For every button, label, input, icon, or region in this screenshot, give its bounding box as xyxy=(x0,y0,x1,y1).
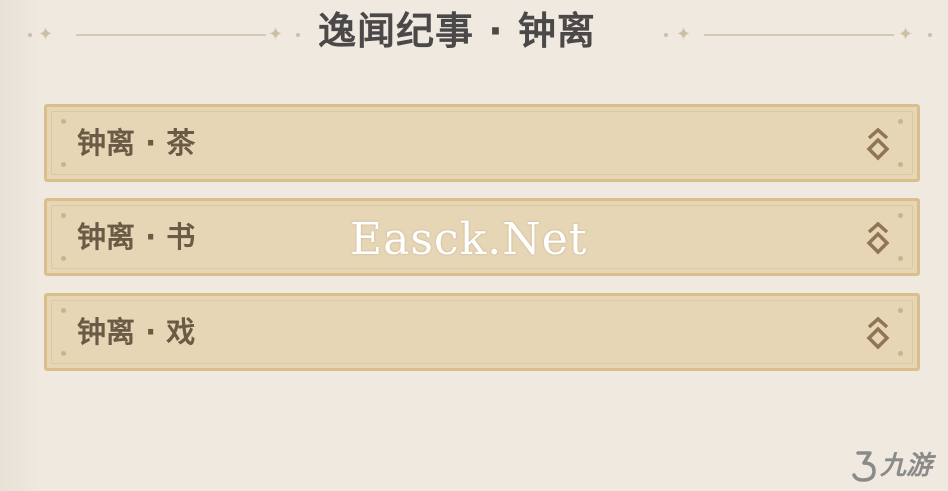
watermark-text: Easck.Net xyxy=(350,214,588,265)
decor-line-right xyxy=(704,34,894,36)
corner-dot xyxy=(898,213,903,218)
decor-star-icon: ✦ xyxy=(676,24,692,45)
corner-dot xyxy=(61,256,66,261)
corner-dot xyxy=(898,256,903,261)
corner-dot xyxy=(898,351,903,356)
corner-dot xyxy=(898,119,903,124)
story-item-tea[interactable]: 钟离 · 茶 xyxy=(44,104,920,182)
decor-dot xyxy=(28,33,32,37)
decor-dot xyxy=(664,33,668,37)
corner-dot xyxy=(898,308,903,313)
decor-star-icon: ✦ xyxy=(38,24,54,45)
decor-line-left xyxy=(76,34,266,36)
decor-dot xyxy=(928,33,932,37)
header: ✦ ✦ 逸闻纪事 · 钟离 ✦ ✦ xyxy=(0,0,948,70)
corner-dot xyxy=(898,162,903,167)
logo-text: 九游 xyxy=(880,451,933,481)
corner-dot xyxy=(61,162,66,167)
logo-mark-icon xyxy=(852,451,876,482)
page-title: 逸闻纪事 · 钟离 xyxy=(318,9,596,53)
expand-chevron-icon[interactable] xyxy=(863,221,893,255)
corner-logo: 九游 xyxy=(850,447,942,485)
corner-dot xyxy=(61,119,66,124)
story-item-label: 钟离 · 书 xyxy=(77,220,196,254)
corner-dot xyxy=(61,213,66,218)
decor-star-icon: ✦ xyxy=(268,24,284,45)
corner-dot xyxy=(61,351,66,356)
corner-dot xyxy=(61,308,66,313)
expand-chevron-icon[interactable] xyxy=(863,127,893,161)
story-item-label: 钟离 · 戏 xyxy=(77,315,196,349)
story-item-label: 钟离 · 茶 xyxy=(77,126,196,160)
story-item-opera[interactable]: 钟离 · 戏 xyxy=(44,293,920,371)
decor-dot xyxy=(296,33,300,37)
expand-chevron-icon[interactable] xyxy=(863,316,893,350)
decor-star-icon: ✦ xyxy=(898,24,914,45)
left-edge-panel xyxy=(0,0,40,491)
